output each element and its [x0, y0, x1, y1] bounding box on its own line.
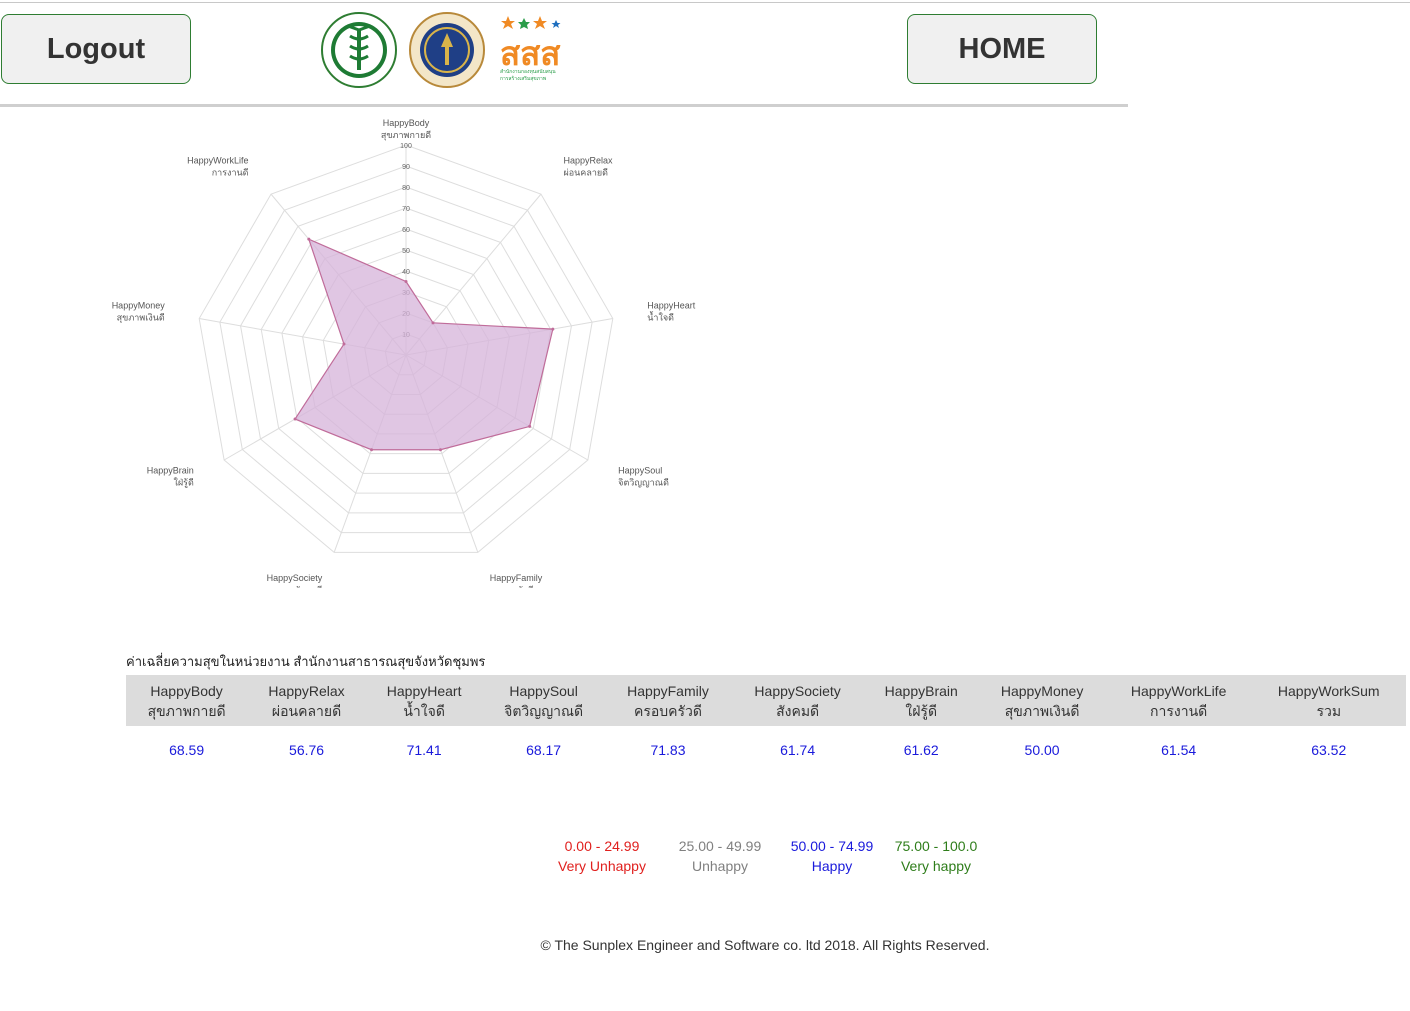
copyright-footer: © The Sunplex Engineer and Software co. …: [540, 937, 990, 953]
header-happysoul: HappySoul จิตวิญญาณดี: [482, 675, 605, 726]
value-happyrelax: 56.76: [289, 742, 325, 758]
data-point-happysociety: [370, 448, 374, 452]
thaihealth-wordmark: สสส: [500, 34, 561, 73]
tick-label-90: 90: [402, 164, 410, 171]
header-happyfamily: HappyFamily ครอบครัวดี: [604, 675, 732, 726]
legend-range: 75.00 - 100.0: [894, 838, 978, 854]
axis-label-happymoney: HappyMoney: [112, 300, 166, 310]
thaihealth-sub2: การสร้างเสริมสุขภาพ: [500, 76, 547, 82]
thaihealth-sub1: สำนักงานกองทุนสนับสนุน: [500, 69, 556, 75]
axis-label-happyworklife: HappyWorkLife: [187, 155, 248, 165]
axis-label-th-happysociety: สังคมดี: [295, 585, 323, 588]
axis-label-th-happyworklife: การงานดี: [212, 167, 249, 178]
logout-button[interactable]: Logout: [1, 14, 191, 84]
legend-happy: 50.00 - 74.99 Happy: [776, 836, 888, 876]
value-happyworklife: 61.54: [1161, 742, 1197, 758]
table-caption: ค่าเฉลี่ยความสุขในหน่วยงาน สำนักงานสาธาร…: [126, 654, 486, 669]
value-happyheart: 71.41: [406, 742, 442, 758]
data-point-happyfamily: [438, 448, 442, 452]
value-happyworksum: 63.52: [1311, 742, 1347, 758]
value-happybody: 68.59: [169, 742, 205, 758]
axis-label-th-happymoney: สุขภาพเงินดี: [117, 312, 165, 323]
legend-label: Unhappy: [691, 858, 749, 874]
scores-table: HappyBody สุขภาพกายดี HappyRelax ผ่อนคลายด…: [126, 675, 1406, 774]
header-happyworksum: HappyWorkSum รวม: [1251, 675, 1406, 726]
happiness-radar-chart: 102030405060708090100HappyBodyสุขภาพกายด…: [112, 118, 696, 588]
axis-label-th-happyfamily: ครอบครัวดี: [490, 585, 534, 588]
axis-label-happysociety: HappySociety: [267, 573, 323, 583]
header-happyheart: HappyHeart น้ำใจดี: [365, 675, 483, 726]
header-happybody: HappyBody สุขภาพกายดี: [126, 675, 248, 726]
tick-label-50: 50: [402, 248, 410, 255]
data-point-happyrelax: [431, 321, 435, 325]
axis-label-th-happyheart: น้ำใจดี: [647, 310, 674, 323]
thaihealth-logo: สสส สำนักงานกองทุนสนับสนุน การสร้างเสริม…: [500, 14, 576, 86]
header-happyrelax: HappyRelax ผ่อนคลายดี: [247, 675, 366, 726]
tick-label-60: 60: [402, 227, 410, 234]
data-point-happyheart: [551, 327, 555, 331]
university-seal-logo: [409, 12, 485, 88]
data-point-happysoul: [528, 424, 532, 428]
axis-label-happysoul: HappySoul: [618, 466, 662, 476]
table-header-row: HappyBody สุขภาพกายดี HappyRelax ผ่อนคลายด…: [126, 675, 1406, 726]
legend-unhappy: 25.00 - 49.99 Unhappy: [664, 836, 776, 876]
value-happyfamily: 71.83: [650, 742, 686, 758]
header-divider: [0, 104, 1128, 107]
top-border: [0, 2, 1410, 3]
axis-label-th-happybrain: ใฝ่รู้ดี: [173, 478, 194, 489]
data-point-happybrain: [293, 417, 297, 421]
value-happybrain: 61.62: [903, 742, 939, 758]
table-row: 68.59 56.76 71.41 68.17 71.83 61.74 61.6…: [126, 726, 1406, 774]
thaihealth-stars-icon: [501, 16, 561, 29]
home-button[interactable]: HOME: [907, 14, 1097, 84]
axis-label-happybody: HappyBody: [383, 118, 430, 128]
legend-very-unhappy: 0.00 - 24.99 Very Unhappy: [546, 836, 658, 876]
header-happymoney: HappyMoney สุขภาพเงินดี: [978, 675, 1106, 726]
axis-label-th-happyrelax: ผ่อนคลายดี: [563, 167, 608, 178]
tick-label-100: 100: [400, 143, 412, 150]
axis-label-happyfamily: HappyFamily: [490, 573, 543, 583]
axis-label-happyrelax: HappyRelax: [563, 155, 613, 165]
legend-label: Happy: [811, 858, 853, 874]
data-point-happybody: [404, 280, 408, 283]
data-point-happymoney: [342, 342, 346, 346]
legend-range: 50.00 - 74.99: [790, 838, 874, 854]
value-happymoney: 50.00: [1024, 742, 1060, 758]
data-series-polygon: [294, 238, 554, 451]
axis-label-happybrain: HappyBrain: [147, 466, 194, 476]
tick-label-70: 70: [402, 206, 410, 213]
legend-range: 0.00 - 24.99: [564, 838, 640, 854]
ministry-of-public-health-logo: [321, 12, 397, 88]
axis-label-th-happysoul: จิตวิญญาณดี: [618, 478, 669, 489]
legend-range: 25.00 - 49.99: [678, 838, 762, 854]
legend-very-happy: 75.00 - 100.0 Very happy: [880, 836, 992, 876]
header-happysociety: HappySociety สังคมดี: [731, 675, 865, 726]
legend-label: Very happy: [900, 858, 972, 874]
header-happyworklife: HappyWorkLife การงานดี: [1105, 675, 1252, 726]
data-point-happyworklife: [307, 237, 311, 241]
axis-label-th-happybody: สุขภาพกายดี: [381, 130, 431, 141]
value-happysoul: 68.17: [526, 742, 562, 758]
axis-label-happyheart: HappyHeart: [647, 300, 696, 310]
value-happysociety: 61.74: [780, 742, 816, 758]
tick-label-80: 80: [402, 185, 410, 192]
legend-label: Very Unhappy: [558, 858, 646, 874]
header-happybrain: HappyBrain ใฝ่รู้ดี: [864, 675, 979, 726]
tick-label-40: 40: [402, 269, 410, 276]
